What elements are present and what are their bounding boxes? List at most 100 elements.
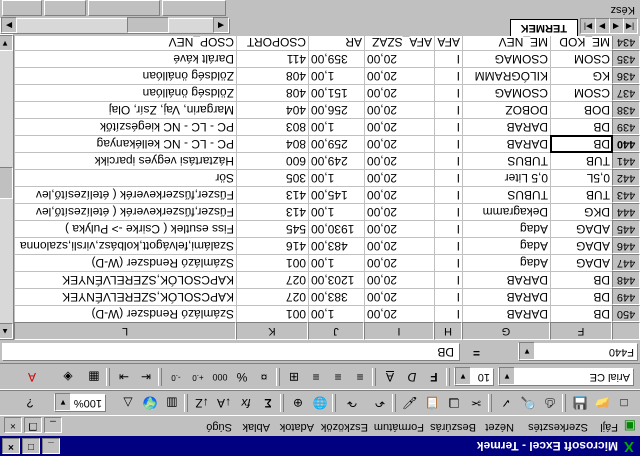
table-cell[interactable]: Darált kávé [14,50,236,67]
sheet-tab-termek[interactable]: TERMEK [509,19,578,36]
row-header[interactable]: 443 [612,186,640,203]
row-header[interactable]: 441 [612,152,640,169]
table-cell[interactable]: 20,00 [364,50,434,67]
bold-button[interactable]: F [424,368,444,386]
font-name-select[interactable]: Arial CE ▼ [498,367,634,386]
table-cell[interactable]: ADAG [550,237,612,254]
next-sheet-icon[interactable]: ▶ [594,18,610,34]
doc-restore-button[interactable]: ❐ [24,417,42,433]
table-cell[interactable]: 600 [236,152,308,169]
table-cell[interactable]: 20,00 [364,101,434,118]
table-cell[interactable]: DARAB [462,305,550,322]
table-cell[interactable]: TUB [550,186,612,203]
table-cell[interactable]: 383,00 [308,288,364,305]
save-icon[interactable]: 💾 [570,394,590,412]
table-cell[interactable]: 413 [236,186,308,203]
row-header[interactable]: 436 [612,67,640,84]
scroll-down-icon[interactable]: ▼ [0,35,13,51]
table-cell[interactable]: DOB [550,101,612,118]
table-cell[interactable]: 0,5 Liter [462,169,550,186]
table-cell[interactable]: 20,00 [364,237,434,254]
table-cell[interactable]: 001 [236,254,308,271]
table-cell[interactable]: 20,00 [364,186,434,203]
copy-icon[interactable]: ❏ [444,394,464,412]
menu-edit[interactable]: Szerkesztés [528,421,588,433]
spelling-icon[interactable]: ✓ [496,394,516,412]
table-cell[interactable]: I [434,152,462,169]
thousands-separator-button[interactable]: 000 [210,368,230,386]
column-header[interactable]: K [236,322,308,340]
table-cell[interactable]: DB [550,271,612,288]
table-cell[interactable]: CSOM [550,84,612,101]
table-cell[interactable]: Margarin, Vaj, Zsír, Olaj [14,101,236,118]
drawing-icon[interactable]: △ [118,394,138,412]
row-header[interactable]: 440 [612,135,640,152]
font-color-icon[interactable]: A [22,368,42,386]
menu-help[interactable]: Súgó [206,421,232,433]
field-name-cell[interactable]: AR [308,36,364,50]
table-cell[interactable]: 20,00 [364,152,434,169]
merge-center-icon[interactable]: ⊞ [284,368,304,386]
sort-ascending-icon[interactable]: ↓A [214,394,234,412]
underline-button[interactable]: A [380,368,400,386]
table-cell[interactable]: ADAG [550,254,612,271]
table-cell[interactable]: 20,00 [364,271,434,288]
menu-insert[interactable]: Beszúrás [430,421,476,433]
table-cell[interactable]: 413 [236,203,308,220]
table-cell[interactable]: I [434,237,462,254]
table-cell[interactable]: I [434,84,462,101]
table-cell[interactable]: 20,00 [364,135,434,152]
table-cell[interactable]: I [434,135,462,152]
table-cell[interactable]: I [434,220,462,237]
table-cell[interactable]: Sör [14,169,236,186]
map-icon[interactable]: 🌍 [140,394,160,412]
row-header[interactable]: 450 [612,305,640,322]
horizontal-scroll-thumb[interactable] [127,17,169,33]
close-button[interactable]: × [2,438,20,454]
format-painter-icon[interactable]: 🖌 [400,394,420,412]
autosum-icon[interactable]: Σ [258,394,278,412]
table-cell[interactable]: Adag [462,254,550,271]
table-cell[interactable]: 259,00 [308,135,364,152]
table-cell[interactable]: 20,00 [364,118,434,135]
column-header[interactable]: F [550,322,612,340]
table-cell[interactable]: PC - LC - NC kiegészítők [14,118,236,135]
currency-icon[interactable]: ¤ [254,368,274,386]
table-cell[interactable]: 20,00 [364,67,434,84]
table-cell[interactable]: I [434,305,462,322]
scroll-up-icon[interactable]: ▲ [0,323,13,339]
column-header[interactable]: H [434,322,462,340]
table-cell[interactable]: 305 [236,169,308,186]
doc-close-button[interactable]: × [4,417,22,433]
table-cell[interactable]: DB [550,118,612,135]
table-cell[interactable]: 803 [236,118,308,135]
table-cell[interactable]: DB [550,305,612,322]
table-cell[interactable]: Adag [462,220,550,237]
table-cell[interactable]: 20,00 [364,288,434,305]
table-cell[interactable]: 483,00 [308,237,364,254]
table-cell[interactable]: I [434,118,462,135]
table-cell[interactable]: 027 [236,288,308,305]
formula-input[interactable]: DB [2,343,460,361]
table-cell[interactable]: 1,00 [308,118,364,135]
new-icon[interactable]: □ [614,394,634,412]
zoom-select[interactable]: 100% ▼ [54,393,106,412]
table-cell[interactable]: 1,00 [308,203,364,220]
decrease-decimal-icon[interactable]: -.0 [166,368,186,386]
doc-minimize-button[interactable]: _ [44,417,62,433]
table-cell[interactable]: DKG [550,203,612,220]
document-icon[interactable]: ▣ [624,418,636,434]
table-cell[interactable]: DARAB [462,288,550,305]
column-header[interactable]: G [462,322,550,340]
table-cell[interactable]: 20,00 [364,220,434,237]
table-cell[interactable]: DARAB [462,271,550,288]
maximize-button[interactable]: □ [22,438,40,454]
table-cell[interactable]: 20,00 [364,169,434,186]
function-wizard-icon[interactable]: fx [236,394,256,412]
chevron-down-icon[interactable]: ▼ [499,367,515,385]
table-cell[interactable]: 411 [236,50,308,67]
row-header[interactable]: 434 [612,36,640,50]
italic-button[interactable]: D [402,368,422,386]
table-cell[interactable]: CSOMAG [462,50,550,67]
open-icon[interactable]: 📂 [592,394,612,412]
